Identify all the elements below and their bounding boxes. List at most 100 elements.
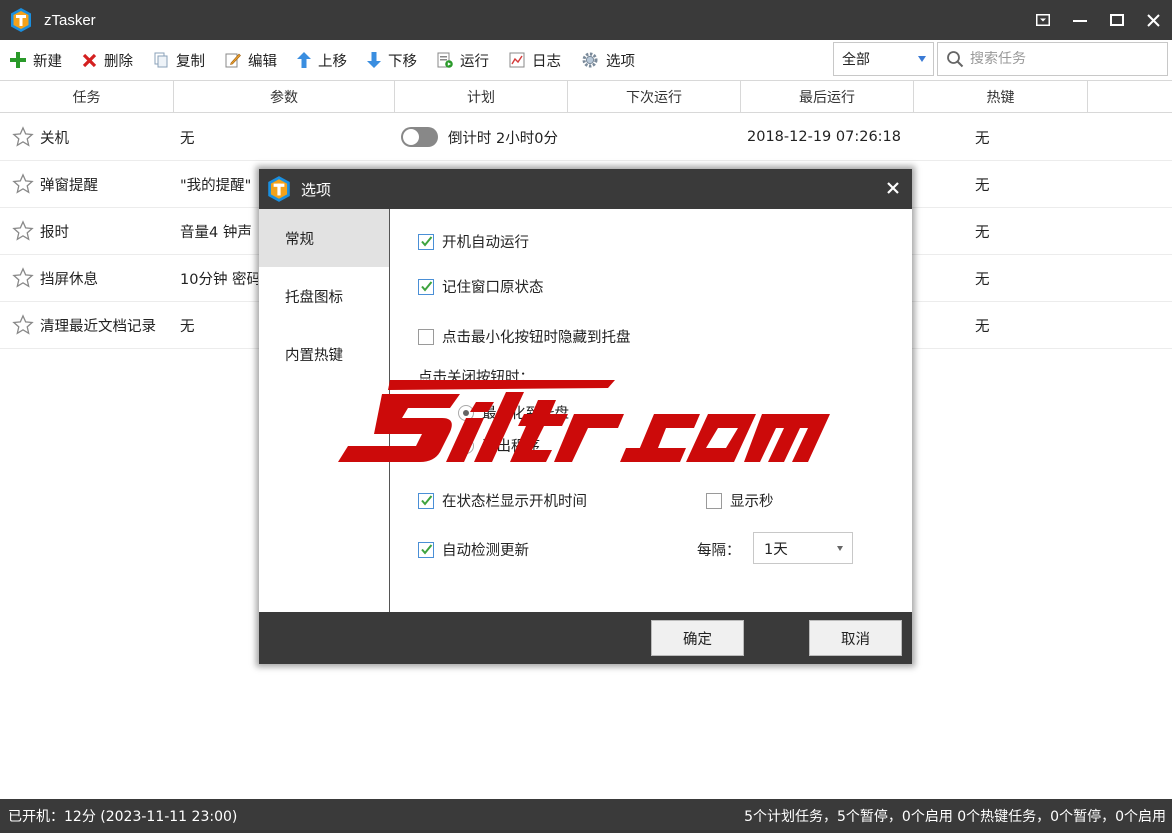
autostart-checkbox[interactable]	[418, 233, 434, 250]
auto-update-option[interactable]: 自动检测更新	[418, 539, 529, 560]
task-hotkey: 无	[975, 130, 990, 147]
sidebar-item-tray-icon[interactable]: 托盘图标	[259, 267, 389, 325]
plan-toggle[interactable]	[401, 127, 438, 147]
dropdown-box-icon	[1035, 14, 1050, 26]
column-header-plan[interactable]: 计划	[395, 81, 568, 112]
column-header-next-run[interactable]: 下次运行	[568, 81, 741, 112]
window-controls	[1024, 0, 1172, 40]
copy-icon	[154, 52, 168, 68]
dialog-general-panel: 开机自动运行 记住窗口原状态 点击最小化按钮时隐藏到托盘 点击关闭按钮时： 最小…	[391, 209, 912, 612]
show-uptime-option[interactable]: 在状态栏显示开机时间	[418, 490, 587, 511]
cancel-button[interactable]: 取消	[809, 620, 902, 656]
minimize-to-tray-checkbox[interactable]	[418, 328, 434, 345]
ok-button[interactable]: 确定	[651, 620, 744, 656]
delete-button[interactable]: 删除	[72, 40, 143, 80]
options-dialog: 选项 常规 托盘图标 内置热键 开机自动运行 记住窗口原状态 点击最小化按钮时隐…	[259, 169, 912, 664]
autostart-option[interactable]: 开机自动运行	[418, 231, 529, 252]
show-seconds-label: 显示秒	[730, 494, 774, 510]
close-minimize-radio[interactable]	[458, 404, 474, 421]
close-exit-label: 退出程序	[482, 439, 540, 455]
show-seconds-checkbox[interactable]	[706, 492, 722, 509]
column-header-hotkey[interactable]: 热键	[914, 81, 1088, 112]
minimize-icon	[1072, 20, 1087, 22]
options-button[interactable]: 选项	[571, 40, 645, 80]
task-plan: 倒计时 2小时0分	[447, 130, 558, 147]
table-header: 任务 参数 计划 下次运行 最后运行 热键	[0, 80, 1172, 113]
filter-dropdown[interactable]: 全部	[833, 42, 934, 76]
check-icon	[421, 494, 433, 506]
task-name: 挡屏休息	[40, 271, 98, 288]
app-logo-icon	[268, 176, 290, 202]
uptime-status: 已开机：12分 (2023-11-11 23:00)	[8, 809, 238, 825]
dialog-sidebar: 常规 托盘图标 内置热键	[259, 209, 390, 612]
remember-window-checkbox[interactable]	[418, 278, 434, 295]
move-down-button[interactable]: 下移	[357, 40, 427, 80]
move-up-label: 上移	[318, 53, 347, 70]
close-exit-radio[interactable]	[458, 437, 474, 454]
delete-label: 删除	[104, 53, 133, 70]
dialog-title: 选项	[301, 180, 332, 199]
star-icon[interactable]	[12, 173, 34, 195]
new-button[interactable]: 新建	[0, 40, 72, 80]
task-hotkey: 无	[975, 271, 990, 288]
check-icon	[421, 543, 433, 555]
update-interval-dropdown[interactable]: 1天	[753, 532, 853, 564]
log-button[interactable]: 日志	[499, 40, 571, 80]
close-minimize-label: 最小化到托盘	[482, 406, 569, 422]
minimize-button[interactable]	[1061, 0, 1098, 40]
column-header-last-run[interactable]: 最后运行	[741, 81, 914, 112]
show-seconds-option[interactable]: 显示秒	[706, 490, 774, 511]
task-params: 无	[180, 318, 195, 335]
star-icon[interactable]	[12, 126, 34, 148]
check-icon	[421, 235, 433, 247]
run-button[interactable]: 运行	[427, 40, 499, 80]
task-last-run: 2018-12-19 07:26:18	[747, 129, 901, 145]
column-header-task[interactable]: 任务	[0, 81, 174, 112]
minimize-to-tray-option[interactable]: 点击最小化按钮时隐藏到托盘	[418, 326, 631, 347]
edit-pencil-icon	[225, 53, 241, 68]
task-params: "我的提醒"	[180, 177, 252, 194]
dialog-close-button[interactable]	[882, 177, 904, 199]
dialog-footer: 确定 取消	[259, 612, 912, 664]
star-icon[interactable]	[12, 267, 34, 289]
interval-label: 每隔：	[697, 543, 741, 559]
task-name: 报时	[40, 224, 69, 241]
task-hotkey: 无	[975, 177, 990, 194]
chevron-down-icon	[918, 56, 926, 62]
search-input[interactable]	[970, 51, 1160, 67]
sidebar-item-hotkeys[interactable]: 内置热键	[259, 325, 389, 383]
close-button[interactable]	[1135, 0, 1172, 40]
star-icon[interactable]	[12, 314, 34, 336]
close-behavior-label: 点击关闭按钮时：	[418, 370, 534, 386]
edit-button[interactable]: 编辑	[215, 40, 287, 80]
log-label: 日志	[532, 53, 561, 70]
run-icon	[437, 52, 453, 68]
task-params: 10分钟 密码	[180, 271, 258, 288]
task-name: 关机	[40, 130, 69, 147]
dialog-title-bar: 选项	[259, 169, 912, 209]
close-exit-option[interactable]: 退出程序	[458, 435, 540, 456]
table-row[interactable]: 关机 无 倒计时 2小时0分 2018-12-19 07:26:18 无	[0, 114, 1172, 161]
move-down-label: 下移	[388, 53, 417, 70]
task-name: 弹窗提醒	[40, 177, 98, 194]
auto-update-checkbox[interactable]	[418, 541, 434, 558]
autostart-label: 开机自动运行	[442, 235, 529, 251]
options-label: 选项	[606, 53, 635, 70]
column-header-params[interactable]: 参数	[174, 81, 395, 112]
menu-dropdown-button[interactable]	[1024, 0, 1061, 40]
close-icon	[887, 182, 899, 194]
arrow-up-icon	[297, 52, 311, 68]
remember-window-option[interactable]: 记住窗口原状态	[418, 276, 544, 297]
plus-icon	[10, 52, 26, 68]
search-box	[937, 42, 1168, 76]
run-label: 运行	[460, 53, 489, 70]
sidebar-item-general[interactable]: 常规	[259, 209, 389, 267]
window-title: zTasker	[44, 11, 96, 29]
maximize-button[interactable]	[1098, 0, 1135, 40]
star-icon[interactable]	[12, 220, 34, 242]
show-uptime-checkbox[interactable]	[418, 492, 434, 509]
move-up-button[interactable]: 上移	[287, 40, 357, 80]
close-minimize-option[interactable]: 最小化到托盘	[458, 402, 569, 423]
task-count-status: 5个计划任务，5个暂停，0个启用 0个热键任务，0个暂停，0个启用	[744, 809, 1166, 825]
copy-button[interactable]: 复制	[143, 40, 215, 80]
